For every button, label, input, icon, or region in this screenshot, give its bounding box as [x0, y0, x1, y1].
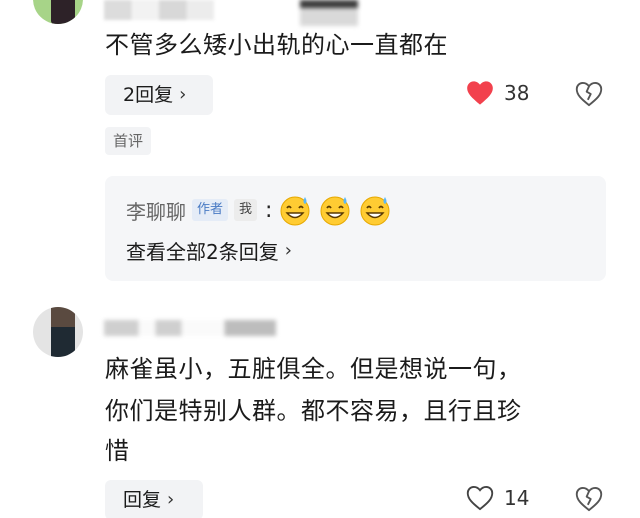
grinning-sweat-emoji-icon [320, 196, 350, 226]
like-button[interactable]: 38 [466, 80, 529, 106]
heart-filled-icon [467, 81, 493, 105]
like-count: 14 [504, 486, 530, 510]
comment-text-line: 惜 [105, 437, 130, 465]
reply-button[interactable]: 回复 › [105, 480, 203, 518]
commenter-name-redacted [104, 0, 214, 20]
grinning-sweat-emoji-icon [280, 196, 310, 226]
reply-label: 回复 [123, 489, 162, 511]
chevron-right-icon: › [179, 84, 187, 105]
commenter-name-redacted [104, 320, 276, 336]
chevron-right-icon: › [167, 489, 175, 510]
dislike-icon[interactable] [575, 81, 603, 107]
heart-outline-icon [466, 485, 494, 511]
like-count: 38 [504, 81, 530, 105]
first-comment-badge: 首评 [105, 127, 152, 155]
comment-text: 不管多么矮小出轨的心一直都在 [105, 31, 448, 59]
chevron-right-icon: › [284, 240, 292, 261]
view-all-replies-label: 查看全部2条回复 [126, 240, 279, 264]
grinning-sweat-emoji-icon [360, 196, 390, 226]
dislike-icon[interactable] [575, 486, 603, 512]
reply-author-name[interactable]: 李聊聊 [126, 196, 186, 225]
commenter-avatar[interactable] [33, 307, 83, 357]
author-badge: 作者 [192, 199, 229, 221]
comment-meta-redacted [300, 0, 358, 26]
view-all-replies-link[interactable]: 查看全部2条回复 › [126, 236, 292, 265]
comment-text-line: 麻雀虽小，五脏俱全。但是想说一句， [105, 355, 522, 383]
commenter-avatar[interactable] [33, 0, 83, 24]
reply-count-button[interactable]: 2回复 › [105, 75, 213, 115]
comment-page: 不管多么矮小出轨的心一直都在 2回复 › 38 首评 李聊聊 作者 我 : 查看… [0, 0, 640, 518]
reply-preview-line: 李聊聊 作者 我 : [126, 193, 392, 227]
reply-colon: : [265, 197, 273, 223]
reply-preview-panel[interactable]: 李聊聊 作者 我 : 查看全部2条回复 › [105, 176, 606, 281]
like-button[interactable]: 14 [466, 485, 529, 511]
me-badge: 我 [234, 199, 258, 221]
reply-count-label: 2回复 [123, 84, 174, 106]
comment-text-line: 你们是特别人群。都不容易，且行且珍 [105, 397, 522, 425]
